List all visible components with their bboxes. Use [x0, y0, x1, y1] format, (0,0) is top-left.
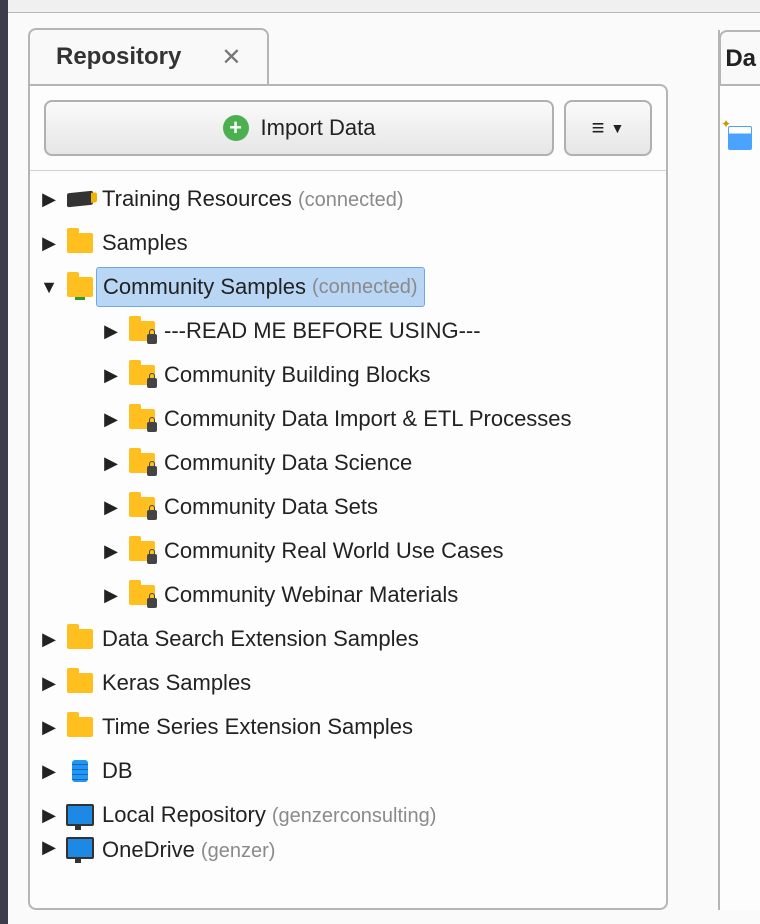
tree-item-label: Community Webinar Materials: [164, 582, 458, 607]
tree-item[interactable]: ▶ Local Repository (genzerconsulting): [34, 793, 666, 837]
expand-icon[interactable]: ▶: [40, 805, 58, 826]
folder-icon: [66, 672, 94, 694]
expand-icon[interactable]: ▶: [102, 453, 120, 474]
tree-item-label: Time Series Extension Samples: [102, 714, 413, 739]
tree-item-suffix: (connected): [298, 189, 404, 211]
tree-item-label: Community Real World Use Cases: [164, 538, 503, 563]
tree-item[interactable]: ▶ Community Building Blocks: [34, 353, 666, 397]
expand-icon[interactable]: ▶: [102, 541, 120, 562]
tree-item[interactable]: ▶ Data Search Extension Samples: [34, 617, 666, 661]
expand-icon[interactable]: ▶: [102, 409, 120, 430]
collapse-icon[interactable]: ▼: [40, 277, 58, 298]
tree-item[interactable]: ▶ OneDrive (genzer): [34, 837, 666, 867]
folder-locked-icon: [128, 496, 156, 518]
right-panel-clip: Da: [718, 30, 760, 910]
expand-icon[interactable]: ▶: [40, 717, 58, 738]
right-tab-title: Da: [725, 45, 756, 73]
expand-icon[interactable]: ▶: [102, 321, 120, 342]
expand-icon[interactable]: ▶: [102, 585, 120, 606]
tree-item[interactable]: ▶ Community Webinar Materials: [34, 573, 666, 617]
tree-item[interactable]: ▶ Community Data Sets: [34, 485, 666, 529]
expand-icon[interactable]: ▶: [102, 365, 120, 386]
tree-item[interactable]: ▶ DB: [34, 749, 666, 793]
tree-item-label: Keras Samples: [102, 670, 251, 695]
repository-tab[interactable]: Repository ✕: [28, 28, 269, 84]
hamburger-icon: ≡: [592, 115, 605, 141]
calendar-new-icon[interactable]: [728, 126, 752, 150]
folder-icon: [66, 628, 94, 650]
graduation-hat-icon: [66, 188, 94, 210]
folder-locked-icon: [128, 320, 156, 342]
import-data-button[interactable]: + Import Data: [44, 100, 554, 156]
folder-locked-icon: [128, 540, 156, 562]
folder-locked-icon: [128, 364, 156, 386]
database-icon: [66, 760, 94, 782]
tree-item-label: Local Repository: [102, 802, 266, 827]
tree-item-label: Community Data Import & ETL Processes: [164, 406, 572, 431]
tree-item[interactable]: ▶ ---READ ME BEFORE USING---: [34, 309, 666, 353]
monitor-icon: [66, 804, 94, 826]
tree-item-suffix: (genzerconsulting): [272, 805, 437, 827]
expand-icon[interactable]: ▶: [40, 233, 58, 254]
repository-tree[interactable]: ▶ Training Resources (connected) ▶ Samples ▼ C…: [30, 171, 666, 867]
tree-item-label: Training Resources: [102, 186, 292, 211]
right-tab[interactable]: Da: [719, 30, 760, 86]
tree-item-suffix: (genzer): [201, 840, 275, 862]
tree-item[interactable]: ▶ Samples: [34, 221, 666, 265]
tree-item[interactable]: ▶ Community Data Import & ETL Processes: [34, 397, 666, 441]
expand-icon[interactable]: ▶: [40, 837, 58, 858]
folder-network-icon: [66, 276, 94, 298]
repository-panel: Repository ✕ + Import Data ≡ ▼ ▶ Training…: [28, 30, 668, 910]
tree-item-label: DB: [102, 758, 133, 783]
expand-icon[interactable]: ▶: [40, 673, 58, 694]
close-icon[interactable]: ✕: [221, 43, 241, 72]
folder-icon: [66, 232, 94, 254]
folder-icon: [66, 716, 94, 738]
tree-item[interactable]: ▼ Community Samples (connected): [34, 265, 666, 309]
tree-item-label: Data Search Extension Samples: [102, 626, 419, 651]
folder-locked-icon: [128, 408, 156, 430]
tree-item[interactable]: ▶ Community Real World Use Cases: [34, 529, 666, 573]
tree-item-label: OneDrive: [102, 837, 195, 862]
panel-title: Repository: [56, 43, 181, 71]
monitor-icon: [66, 837, 94, 859]
tree-item[interactable]: ▶ Keras Samples: [34, 661, 666, 705]
tree-item-label: ---READ ME BEFORE USING---: [164, 318, 481, 343]
tree-item-label: Community Building Blocks: [164, 362, 431, 387]
panel-menu-button[interactable]: ≡ ▼: [564, 100, 652, 156]
top-edge: [8, 0, 760, 13]
caret-down-icon: ▼: [610, 120, 624, 136]
tree-item-label: Community Data Sets: [164, 494, 378, 519]
tree-item-suffix: (connected): [312, 276, 418, 299]
tree-item[interactable]: ▶ Training Resources (connected): [34, 177, 666, 221]
expand-icon[interactable]: ▶: [102, 497, 120, 518]
expand-icon[interactable]: ▶: [40, 629, 58, 650]
tree-item[interactable]: ▶ Community Data Science: [34, 441, 666, 485]
tree-item-label: Community Data Science: [164, 450, 412, 475]
tree-item-label: Community Samples: [103, 274, 306, 300]
tree-item[interactable]: ▶ Time Series Extension Samples: [34, 705, 666, 749]
plus-icon: +: [223, 115, 249, 141]
tree-item-label: Samples: [102, 230, 188, 255]
expand-icon[interactable]: ▶: [40, 761, 58, 782]
import-data-label: Import Data: [261, 115, 376, 141]
folder-locked-icon: [128, 452, 156, 474]
left-gutter: [0, 0, 8, 924]
folder-locked-icon: [128, 584, 156, 606]
expand-icon[interactable]: ▶: [40, 189, 58, 210]
